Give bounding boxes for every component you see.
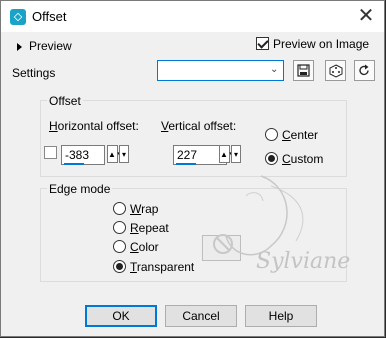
edge-mode-group-title: Edge mode xyxy=(47,182,113,196)
edge-color-swatch[interactable] xyxy=(202,235,241,261)
edge-repeat-label: Repeat xyxy=(130,221,169,235)
offset-app-icon xyxy=(10,9,26,25)
vertical-offset-value: 227 xyxy=(177,148,198,162)
randomize-icon xyxy=(329,64,342,78)
cancel-button[interactable]: Cancel xyxy=(165,305,237,327)
preview-expander[interactable]: Preview xyxy=(10,39,90,55)
preview-label: Preview xyxy=(29,39,72,53)
spin-up-down-icon[interactable]: ▲▼ xyxy=(219,145,236,163)
title-bar: Offset ✕ xyxy=(1,1,384,32)
horizontal-offset-label: Horizontal offset: xyxy=(49,119,139,133)
vertical-offset-label: Vertical offset: xyxy=(161,119,237,133)
settings-preset-combo[interactable]: ⌄ xyxy=(157,60,284,81)
reset-button[interactable] xyxy=(354,60,375,81)
save-preset-icon xyxy=(297,64,310,77)
horizontal-offset-value: -383 xyxy=(65,148,90,162)
link-offsets-checkbox[interactable] xyxy=(44,146,57,159)
custom-label: Custom xyxy=(282,152,324,166)
custom-radio[interactable] xyxy=(265,152,278,165)
edge-color-radio[interactable] xyxy=(113,240,126,253)
center-label: Center xyxy=(282,128,319,142)
preview-on-image-checkbox[interactable] xyxy=(256,37,269,50)
offset-dialog: Offset ✕ Preview Preview on Image Settin… xyxy=(0,0,385,337)
chevron-down-icon: ⌄ xyxy=(270,64,279,75)
center-radio[interactable] xyxy=(265,128,278,141)
horizontal-offset-spinner[interactable]: ▲▼ ▾ xyxy=(107,145,130,165)
close-button[interactable]: ✕ xyxy=(348,1,384,32)
randomize-button[interactable] xyxy=(325,60,346,81)
help-button[interactable]: Help xyxy=(245,305,317,327)
edge-wrap-radio[interactable] xyxy=(113,202,126,215)
window-title: Offset xyxy=(32,9,67,24)
offset-group-title: Offset xyxy=(47,94,83,108)
preview-on-image-label: Preview on Image xyxy=(273,37,370,51)
save-preset-button[interactable] xyxy=(293,60,314,81)
edge-transparent-radio[interactable] xyxy=(113,260,126,273)
spin-up-down-icon[interactable]: ▲▼ xyxy=(107,145,124,163)
ok-button[interactable]: OK xyxy=(85,305,157,327)
horizontal-offset-input[interactable]: -383 xyxy=(61,145,105,165)
edge-repeat-radio[interactable] xyxy=(113,221,126,234)
spin-arrow-icon[interactable]: ▾ xyxy=(119,145,129,163)
edge-wrap-label: Wrap xyxy=(130,202,159,216)
spin-arrow-icon[interactable]: ▾ xyxy=(231,145,241,163)
expand-arrow-icon xyxy=(17,43,22,51)
settings-label: Settings xyxy=(12,66,56,80)
edge-transparent-label: Transparent xyxy=(130,260,195,274)
vertical-offset-spinner[interactable]: ▲▼ ▾ xyxy=(219,145,242,165)
reset-icon xyxy=(359,64,369,76)
edge-color-label: Color xyxy=(130,240,159,254)
